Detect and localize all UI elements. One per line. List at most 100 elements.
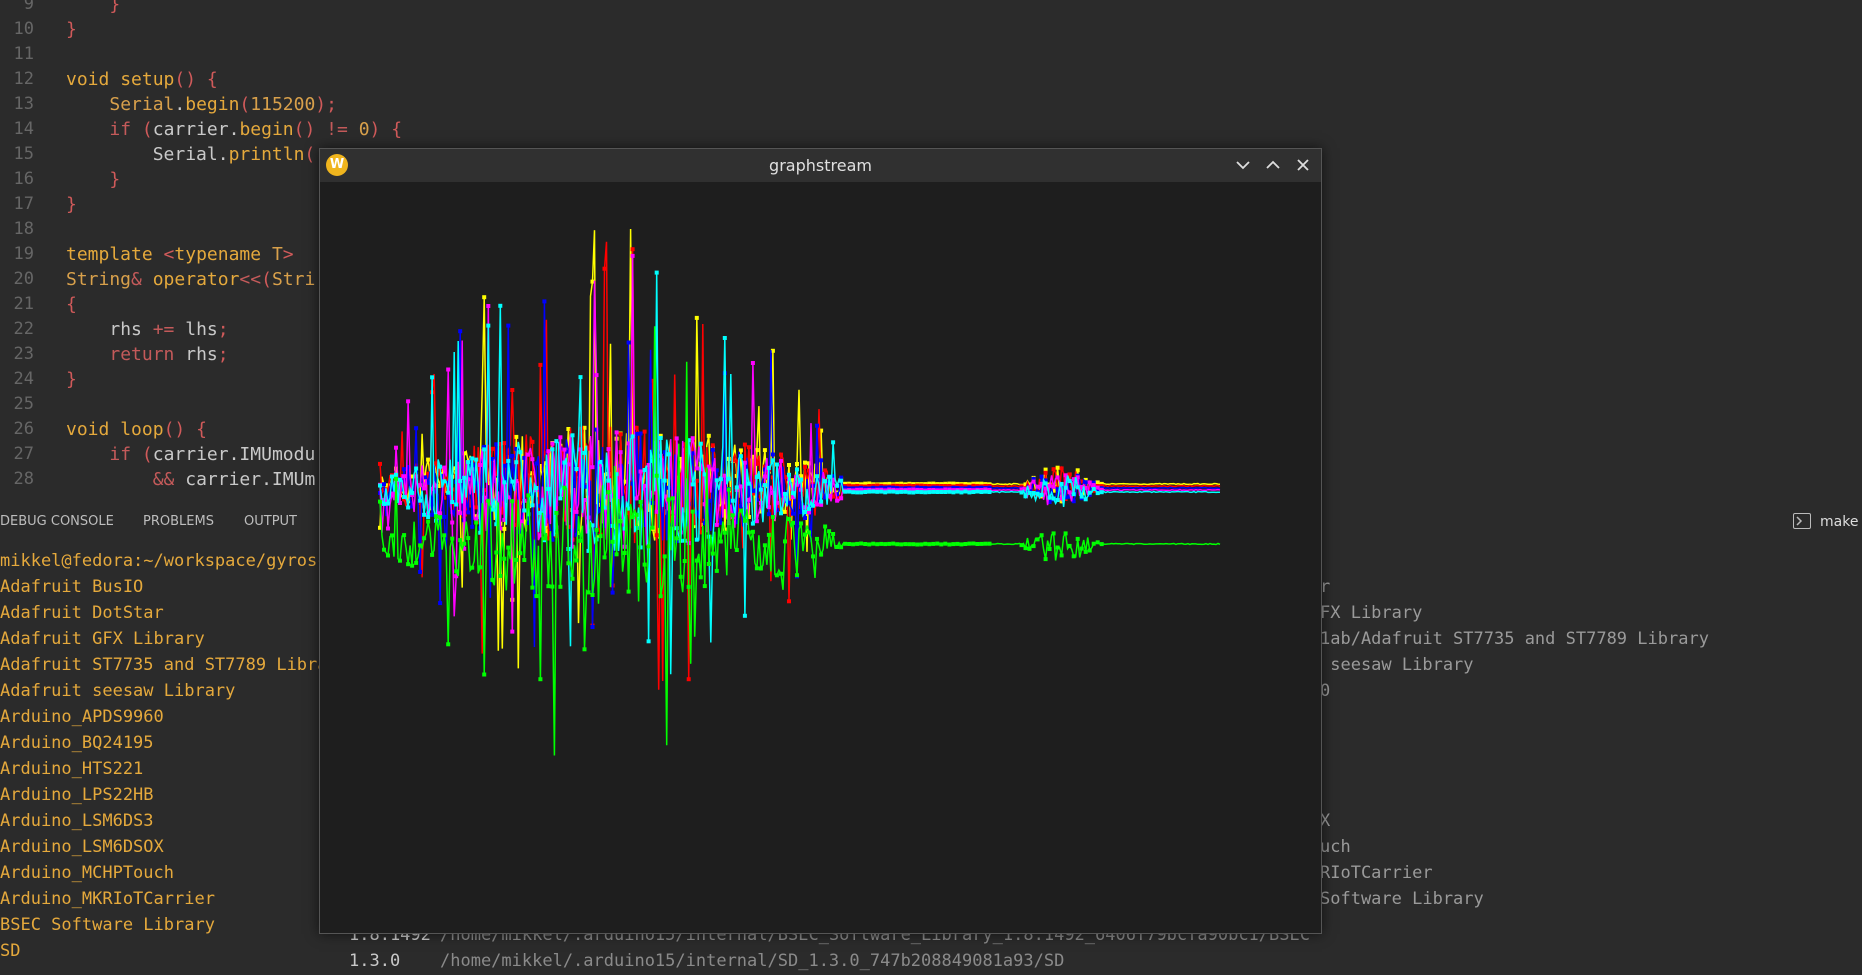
- tab-debug-console[interactable]: DEBUG CONSOLE: [0, 514, 114, 529]
- data-point: [987, 490, 992, 494]
- library-name: Arduino_MKRIoTCarrier: [0, 889, 215, 909]
- data-point: [803, 464, 807, 469]
- data-point: [562, 485, 567, 490]
- data-point: [590, 465, 595, 470]
- data-point: [803, 510, 807, 514]
- data-point: [1043, 481, 1048, 486]
- data-point: [967, 541, 972, 546]
- data-point: [510, 453, 515, 458]
- data-point: [823, 524, 828, 529]
- data-point: [1027, 490, 1032, 495]
- data-point: [919, 542, 924, 547]
- close-button[interactable]: [1291, 153, 1315, 177]
- data-point: [418, 498, 423, 503]
- data-point: [807, 530, 811, 535]
- data-point: [774, 573, 779, 578]
- data-point: [871, 489, 876, 494]
- data-point: [386, 501, 390, 506]
- data-point: [406, 505, 411, 510]
- data-point: [791, 511, 795, 516]
- data-point: [642, 562, 647, 567]
- terminal-name[interactable]: make: [1820, 514, 1858, 530]
- data-point: [606, 447, 611, 452]
- data-point: [502, 441, 507, 446]
- data-point: [887, 489, 892, 494]
- line-number: 14: [13, 119, 34, 139]
- code-text: rhs += lhs;: [109, 319, 229, 340]
- data-point: [911, 542, 916, 547]
- library-path-fragment: RIoTCarrier: [1320, 863, 1433, 883]
- data-point: [674, 436, 679, 441]
- data-point: [1067, 543, 1072, 548]
- code-text: && carrier.IMUm: [152, 469, 316, 490]
- tab-output[interactable]: OUTPUT: [244, 514, 297, 529]
- data-point: [1095, 491, 1100, 496]
- data-point: [486, 323, 491, 328]
- minimize-button[interactable]: [1231, 153, 1255, 177]
- data-point: [963, 542, 968, 546]
- data-point: [750, 521, 755, 526]
- data-point: [558, 435, 563, 440]
- code-text: void loop() {: [66, 419, 207, 440]
- window-titlebar[interactable]: W graphstream: [320, 149, 1321, 182]
- data-point: [530, 439, 535, 444]
- data-point: [891, 541, 896, 546]
- code-text: Serial.begin(115200);: [109, 94, 337, 115]
- data-point: [458, 329, 463, 334]
- data-point: [803, 460, 807, 465]
- maximize-button[interactable]: [1261, 153, 1285, 177]
- library-name: BSEC Software Library: [0, 915, 215, 935]
- line-number: 24: [13, 369, 34, 389]
- data-point: [422, 536, 427, 541]
- data-point: [554, 510, 559, 515]
- data-point: [939, 490, 944, 494]
- data-point: [979, 490, 984, 494]
- data-point: [450, 536, 455, 541]
- line-number: 27: [13, 444, 34, 464]
- data-point: [718, 477, 723, 482]
- data-point: [642, 429, 647, 434]
- data-point: [1055, 498, 1060, 502]
- data-point: [955, 541, 960, 546]
- data-point: [386, 526, 390, 531]
- data-point: [1091, 541, 1096, 546]
- data-point: [1055, 465, 1060, 470]
- data-point: [490, 577, 495, 582]
- data-point: [859, 541, 864, 546]
- data-point: [694, 315, 699, 320]
- data-point: [1027, 546, 1032, 551]
- terminal-icon[interactable]: [1793, 513, 1811, 529]
- data-point: [943, 490, 948, 494]
- graphstream-window[interactable]: W graphstream: [319, 148, 1322, 934]
- sd-path: /home/mikkel/.arduino15/internal/SD_1.3.…: [440, 951, 1065, 971]
- library-name: Adafruit BusIO: [0, 577, 144, 597]
- data-point: [570, 433, 575, 438]
- data-point: [891, 489, 896, 494]
- data-point: [410, 490, 415, 495]
- data-point: [618, 450, 623, 455]
- data-point: [1047, 547, 1052, 551]
- line-number: 19: [13, 244, 34, 264]
- data-point: [410, 563, 415, 568]
- data-point: [578, 538, 583, 543]
- data-point: [418, 483, 423, 488]
- code-text: }: [109, 0, 121, 15]
- data-point: [426, 519, 431, 524]
- data-point: [434, 514, 439, 519]
- data-point: [983, 489, 988, 494]
- library-path-fragment: seesaw Library: [1320, 655, 1474, 675]
- data-point: [722, 530, 727, 535]
- data-point: [450, 500, 455, 505]
- data-point: [422, 512, 427, 517]
- data-point: [670, 496, 675, 501]
- data-point: [562, 447, 567, 452]
- data-point: [1047, 483, 1052, 488]
- data-point: [867, 489, 872, 494]
- data-point: [1019, 490, 1024, 495]
- data-point: [386, 553, 390, 558]
- tab-problems[interactable]: PROBLEMS: [143, 514, 214, 529]
- data-point: [1051, 496, 1056, 501]
- data-point: [698, 441, 703, 446]
- data-point: [1051, 467, 1056, 472]
- data-point: [402, 495, 407, 499]
